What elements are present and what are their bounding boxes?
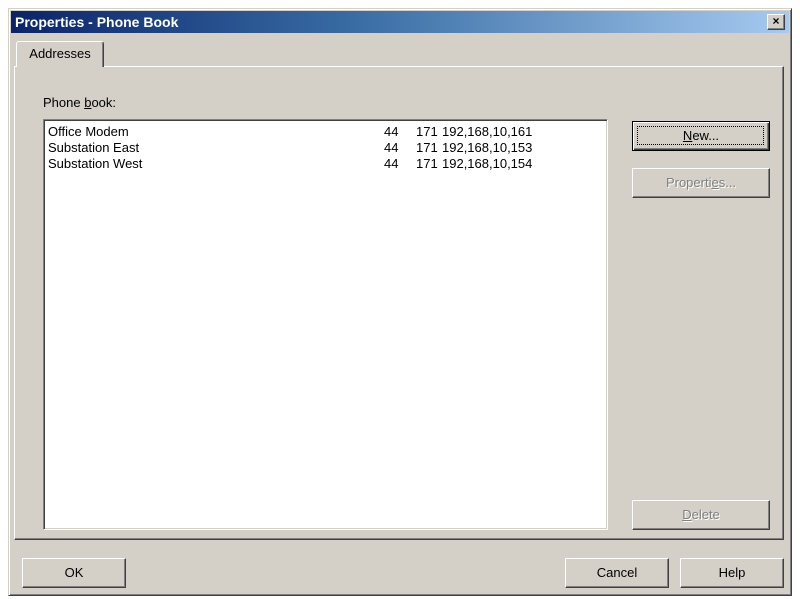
entry-address: 192,168,10,153 bbox=[442, 140, 533, 155]
close-button[interactable]: × bbox=[767, 14, 785, 30]
tab-addresses-label: Addresses bbox=[29, 46, 91, 61]
properties-label-part: Properti bbox=[665, 175, 712, 190]
ok-button[interactable]: OK bbox=[22, 558, 126, 588]
entry-address: 192,168,10,154 bbox=[442, 156, 533, 171]
entry-name: Substation East bbox=[48, 140, 140, 155]
properties-hotkey: e bbox=[711, 175, 719, 190]
new-hotkey: N bbox=[682, 128, 693, 143]
phonebook-label: Phone book: bbox=[43, 95, 116, 111]
ok-button-label: OK bbox=[64, 565, 84, 580]
entry-address: 192,168,10,161 bbox=[442, 124, 533, 139]
list-item[interactable]: Substation East 44 171 192,168,10,153 bbox=[44, 140, 607, 156]
cancel-button-label: Cancel bbox=[596, 565, 638, 580]
list-item[interactable]: Substation West 44 171 192,168,10,154 bbox=[44, 156, 607, 172]
entry-code2: 171 bbox=[416, 156, 438, 171]
phonebook-list[interactable]: Office Modem 44 171 192,168,10,161 Subst… bbox=[43, 119, 608, 530]
close-icon: × bbox=[772, 14, 780, 28]
properties-label-part: s... bbox=[718, 175, 737, 190]
entry-code1: 44 bbox=[384, 124, 399, 139]
help-button-label: Help bbox=[718, 565, 746, 580]
new-label-rest: ew... bbox=[692, 128, 720, 143]
entry-code2: 171 bbox=[416, 124, 438, 139]
delete-hotkey: D bbox=[682, 507, 692, 522]
title-bar[interactable]: Properties - Phone Book × bbox=[11, 11, 789, 33]
new-button-label: New... bbox=[683, 128, 719, 143]
new-button[interactable]: New... bbox=[632, 121, 770, 151]
help-button[interactable]: Help bbox=[680, 558, 784, 588]
entry-name: Office Modem bbox=[48, 124, 129, 139]
entry-name: Substation West bbox=[48, 156, 143, 171]
entry-code1: 44 bbox=[384, 156, 399, 171]
window-title: Properties - Phone Book bbox=[15, 14, 179, 30]
delete-label-rest: elete bbox=[691, 507, 720, 522]
cancel-button[interactable]: Cancel bbox=[565, 558, 669, 588]
entry-code1: 44 bbox=[384, 140, 399, 155]
list-item[interactable]: Office Modem 44 171 192,168,10,161 bbox=[44, 124, 607, 140]
delete-button-label: Delete bbox=[682, 507, 720, 522]
properties-button[interactable]: Properties... bbox=[632, 168, 770, 198]
delete-button[interactable]: Delete bbox=[632, 500, 770, 530]
phonebook-label-part: ook: bbox=[91, 95, 117, 110]
entry-code2: 171 bbox=[416, 140, 438, 155]
properties-button-label: Properties... bbox=[666, 175, 736, 190]
phonebook-label-part: Phone bbox=[43, 95, 85, 110]
tab-addresses[interactable]: Addresses bbox=[16, 41, 104, 67]
